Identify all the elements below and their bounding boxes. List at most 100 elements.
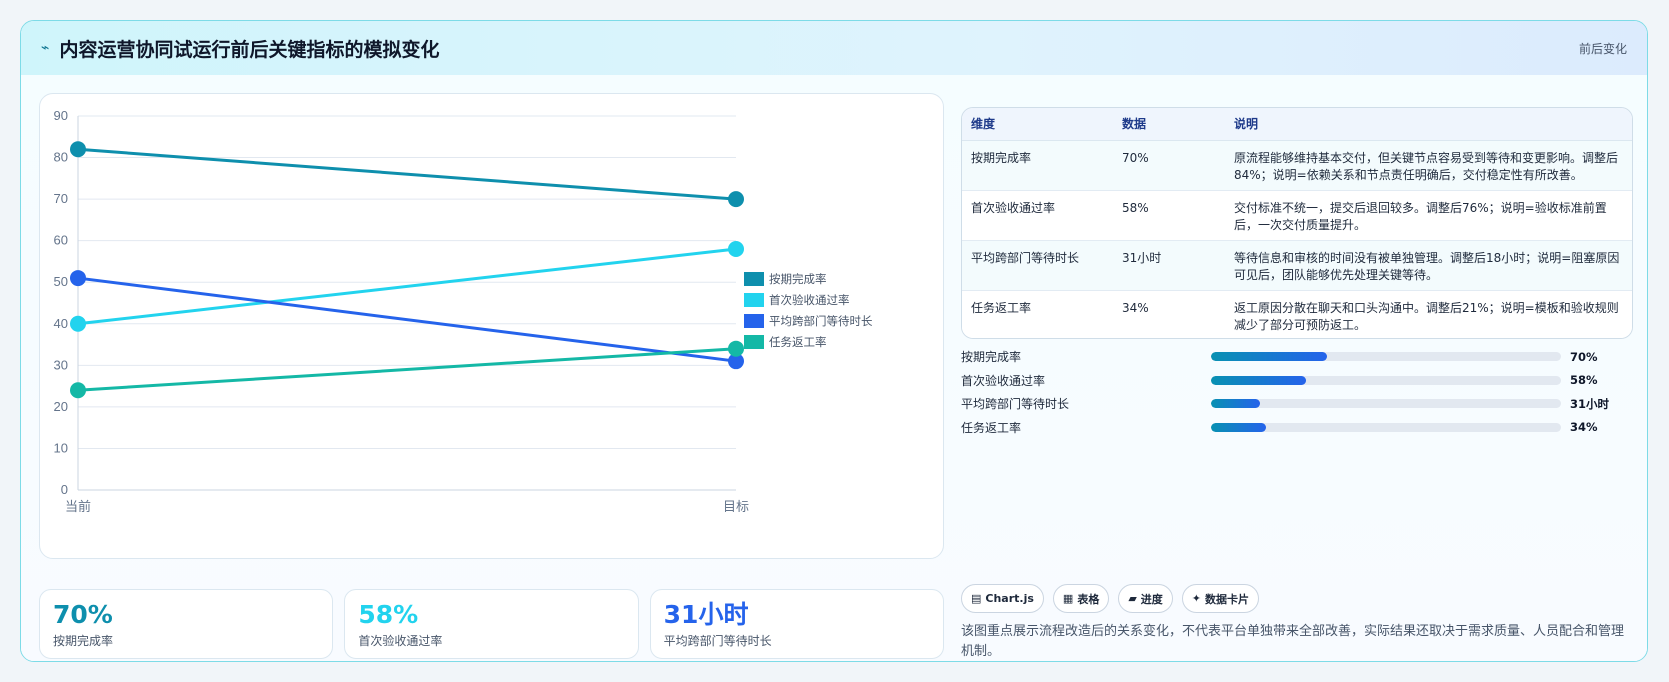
stat-card: 58% 首次验收通过率 [344, 589, 639, 659]
chip-label: Chart.js [985, 592, 1034, 605]
chip-chartjs[interactable]: ▤ Chart.js [961, 584, 1044, 613]
legend-swatch [744, 335, 764, 349]
dashboard-card: ⌁ 内容运营协同试运行前后关键指标的模拟变化 前后变化 0 10 20 30 40 50 6… [20, 20, 1648, 662]
data-point [70, 141, 86, 158]
progress-fill [1211, 399, 1260, 409]
progress-value: 70% [1570, 349, 1598, 364]
table-icon: ▦ [1062, 592, 1074, 605]
progress-value: 34% [1570, 420, 1598, 435]
series-line [77, 147, 737, 201]
table-cell: 任务返工率 [962, 290, 1113, 338]
progress-fill [1211, 352, 1327, 362]
stat-label: 按期完成率 [53, 634, 114, 648]
series-line [77, 247, 737, 326]
header-tag: 前后变化 [1578, 41, 1627, 56]
y-tick-label: 10 [54, 440, 68, 455]
legend-swatch [744, 314, 764, 328]
table-cell: 58% [1113, 190, 1225, 241]
progress-label: 平均跨部门等待时长 [961, 397, 1070, 412]
legend-label: 任务返工率 [769, 335, 827, 349]
data-point [728, 240, 744, 257]
progress-label: 任务返工率 [961, 420, 1022, 435]
table-cell: 交付标准不统一，提交后退回较多。调整后76%；说明=验收标准前置后，一次交付质量… [1225, 190, 1632, 241]
data-point [70, 382, 86, 399]
column-header: 维度 [962, 108, 1113, 141]
table-cell: 70% [1113, 140, 1225, 191]
stat-value: 31小时 [663, 600, 749, 629]
data-point [70, 270, 86, 287]
card-body: 0 10 20 30 40 50 60 70 80 90 当前 目标 按期完成率 首次验收通过率 平均跨部门… [21, 75, 1647, 661]
y-tick-label: 20 [54, 399, 68, 414]
table-cell: 返工原因分散在聊天和口头沟通中。调整后21%；说明=模板和验收规则减少了部分可预… [1225, 290, 1632, 338]
x-tick-label: 目标 [723, 499, 749, 514]
chip-data-card[interactable]: ✦ 数据卡片 [1181, 584, 1260, 613]
chip-label: 表格 [1077, 592, 1100, 606]
data-point [70, 315, 86, 332]
table-header-row: 维度 数据 说明 [962, 108, 1632, 141]
stat-card: 70% 按期完成率 [39, 589, 334, 659]
column-header: 说明 [1225, 108, 1632, 141]
title-wrap: ⌁ 内容运营协同试运行前后关键指标的模拟变化 [41, 35, 439, 62]
progress-row: 按期完成率 70% [961, 345, 1633, 369]
progress-value: 31小时 [1570, 396, 1610, 411]
progress-label: 按期完成率 [961, 350, 1022, 365]
y-tick-label: 80 [54, 150, 68, 165]
lightning-icon: ⌁ [41, 40, 50, 56]
chip-progress[interactable]: ▰ 进度 [1118, 584, 1173, 613]
chip-table[interactable]: ▦ 表格 [1052, 584, 1110, 613]
card-header: ⌁ 内容运营协同试运行前后关键指标的模拟变化 前后变化 [21, 21, 1647, 75]
stat-value: 70% [53, 600, 113, 629]
footnote: 该图重点展示流程改造后的关系变化，不代表平台单独带来全部改善，实际结果还取决于需… [961, 624, 1625, 659]
stat-label: 平均跨部门等待时长 [663, 634, 772, 648]
chip-label: 进度 [1140, 592, 1163, 606]
sparkle-icon: ✦ [1191, 592, 1202, 605]
progress-row: 平均跨部门等待时长 31小时 [961, 392, 1633, 416]
progress-row: 首次验收通过率 58% [961, 369, 1633, 393]
series-line [77, 276, 737, 363]
column-header: 数据 [1113, 108, 1225, 141]
data-point [728, 191, 744, 208]
stat-card: 31小时 平均跨部门等待时长 [649, 589, 944, 659]
table-cell: 等待信息和审核的时间没有被单独管理。调整后18小时；说明=阻塞原因可见后，团队能… [1225, 240, 1632, 291]
chip-label: 数据卡片 [1205, 592, 1250, 606]
table-cell: 34% [1113, 290, 1225, 338]
legend-label: 平均跨部门等待时长 [769, 314, 873, 328]
table: 维度 数据 说明 按期完成率 70% 原流程能够维持基本交付，但关键节点容易受到… [962, 108, 1632, 338]
progress-track [1211, 399, 1561, 409]
progress-fill [1211, 422, 1266, 432]
table-row: 平均跨部门等待时长 31小时 等待信息和审核的时间没有被单独管理。调整后18小时… [962, 240, 1632, 291]
table-cell: 原流程能够维持基本交付，但关键节点容易受到等待和变更影响。调整后84%；说明=依… [1225, 140, 1632, 191]
legend-swatch [744, 293, 764, 307]
chart-icon: ▤ [971, 592, 982, 605]
page-title: 内容运营协同试运行前后关键指标的模拟变化 [59, 38, 440, 61]
table-cell: 平均跨部门等待时长 [962, 240, 1113, 291]
progress-value: 58% [1570, 373, 1598, 388]
x-tick-label: 当前 [65, 499, 91, 514]
legend-label: 按期完成率 [769, 272, 827, 286]
progress-track [1211, 375, 1561, 385]
y-tick-label: 0 [61, 482, 68, 497]
y-tick-label: 90 [54, 108, 68, 123]
table-cell: 31小时 [1113, 240, 1225, 291]
progress-track [1211, 422, 1561, 432]
chart-svg: 0 10 20 30 40 50 60 70 80 90 当前 目标 按期完成率首次验收通过率平均跨部门… [54, 108, 873, 514]
table-cell: 首次验收通过率 [962, 190, 1113, 241]
table-row: 任务返工率 34% 返工原因分散在聊天和口头沟通中。调整后21%；说明=模板和验… [962, 290, 1632, 338]
stat-cards: 70% 按期完成率 58% 首次验收通过率 31小时 平均跨部门等待时长 [39, 589, 944, 659]
series-line [77, 347, 737, 392]
legend-label: 首次验收通过率 [769, 293, 850, 307]
line-chart: 0 10 20 30 40 50 60 70 80 90 当前 目标 按期完成率 首次验收通过率 平均跨部门… [39, 93, 944, 559]
legend-swatch [744, 272, 764, 286]
y-tick-label: 60 [54, 233, 68, 248]
y-tick-label: 50 [54, 274, 68, 289]
stat-value: 58% [358, 600, 419, 629]
progress-icon: ▰ [1128, 592, 1137, 605]
table-row: 按期完成率 70% 原流程能够维持基本交付，但关键节点容易受到等待和变更影响。调… [962, 140, 1632, 191]
progress-list: 按期完成率 70% 首次验收通过率 58% 平均跨部门等待时长 31小时 任务返… [961, 345, 1633, 439]
data-table: 维度 数据 说明 按期完成率 70% 原流程能够维持基本交付，但关键节点容易受到… [961, 107, 1633, 339]
y-tick-label: 40 [54, 316, 68, 331]
progress-label: 首次验收通过率 [961, 373, 1046, 388]
progress-track [1211, 352, 1561, 362]
table-row: 首次验收通过率 58% 交付标准不统一，提交后退回较多。调整后76%；说明=验收… [962, 190, 1632, 241]
stat-label: 首次验收通过率 [358, 634, 443, 648]
